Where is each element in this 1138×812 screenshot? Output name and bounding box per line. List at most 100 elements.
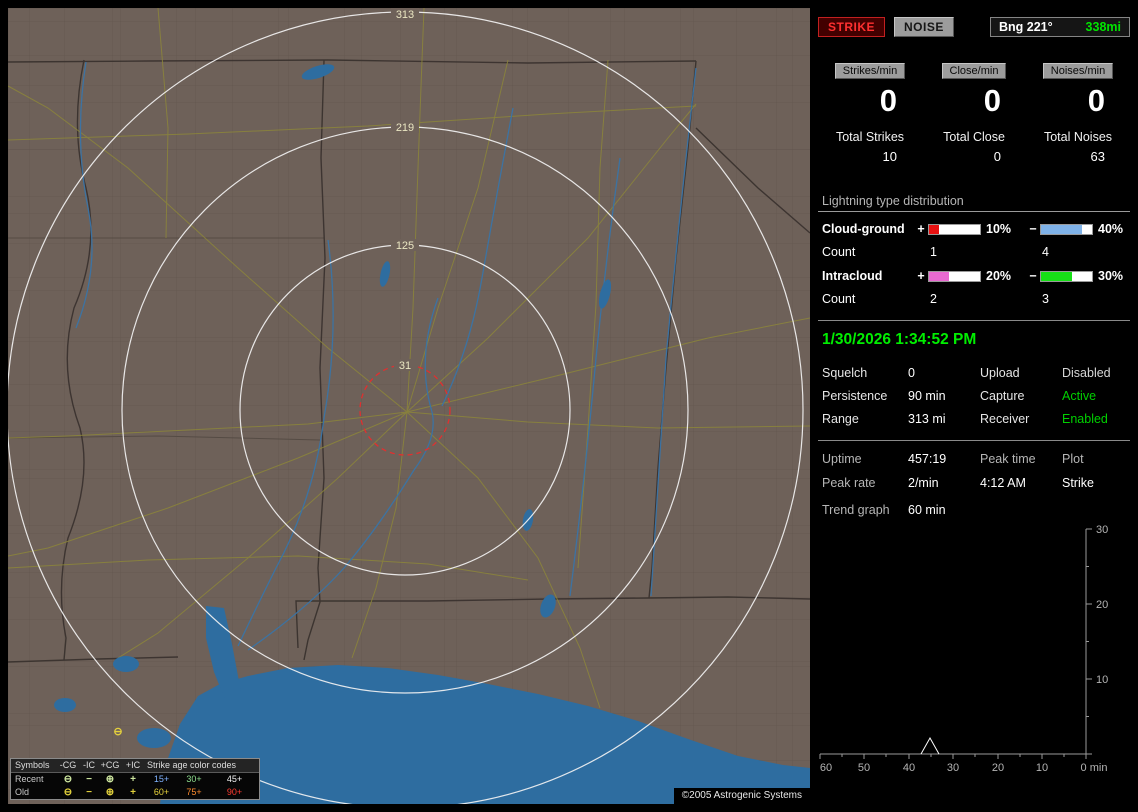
trend-x-labels: 60 50 40 30 20 10 0 min	[820, 762, 1108, 774]
neg-ic-header: -IC	[83, 760, 95, 770]
cloud-ground-count-row: Count 1 4	[818, 245, 1130, 259]
cg-positive-pct: 10%	[986, 222, 1012, 236]
noises-column: Noises/min 0 Total Noises 63	[1026, 63, 1130, 164]
pos-cg-icon: ⊕	[105, 774, 115, 785]
copyright-text: ©2005 Astrogenic Systems	[673, 788, 810, 804]
neg-cg-icon: ⊖	[63, 774, 73, 785]
pos-cg-header: +CG	[100, 760, 120, 770]
pos-ic-icon: +	[130, 774, 136, 785]
bearing-label: Bng 221°	[999, 20, 1053, 34]
trend-y-labels: 30 20 10	[1096, 524, 1108, 686]
neg-cg-header: -CG	[59, 760, 77, 770]
distribution-title: Lightning type distribution	[818, 194, 1130, 212]
close-per-min-value: 0	[983, 83, 1001, 118]
intracloud-label: Intracloud	[822, 269, 883, 283]
uptime-value: 457:19	[908, 452, 947, 466]
persistence-label: Persistence	[822, 389, 888, 403]
ic-negative-bar	[1040, 270, 1093, 282]
trend-graph-window: 60 min	[908, 503, 946, 517]
ic-negative-count: 3	[1042, 292, 1049, 306]
nexstorm-window: 313 219 125 31 ⊖ Symbols -CG -IC +CG +IC…	[0, 0, 1138, 812]
squelch-value: 0	[908, 366, 915, 380]
svg-text:60: 60	[820, 762, 832, 774]
close-per-min-badge: Close/min	[941, 63, 1007, 79]
svg-text:0 min: 0 min	[1081, 762, 1108, 774]
stats-grid: Uptime 457:19 Peak time Plot Peak rate 2…	[818, 452, 1130, 490]
trend-graph-label: Trend graph	[822, 503, 890, 517]
settings-grid: Squelch 0 Upload Disabled Persistence 90…	[818, 366, 1130, 426]
plot-label: Plot	[1062, 452, 1084, 466]
trend-axes	[819, 528, 1092, 759]
noises-per-min-value: 0	[1087, 83, 1105, 118]
ic-positive-count: 2	[930, 292, 937, 306]
strikes-column: Strikes/min 0 Total Strikes 10	[818, 63, 922, 164]
noises-per-min-badge: Noises/min	[1042, 63, 1114, 79]
cg-negative-count: 4	[1042, 245, 1049, 259]
capture-status: Active	[1062, 389, 1097, 403]
total-noises-label: Total Noises	[1043, 130, 1113, 144]
legend-old-row: Old ⊖ − ⊕ + 60+ 75+ 90+	[11, 786, 259, 799]
ic-negative-bar-fill	[1041, 271, 1072, 281]
distribution-section: Lightning type distribution Cloud-ground…	[818, 194, 1130, 306]
svg-text:10: 10	[1096, 674, 1108, 686]
ic-positive-bar	[928, 270, 981, 282]
ic-negative-pct: 30%	[1098, 269, 1124, 283]
trend-spike	[920, 736, 940, 755]
total-close-label: Total Close	[943, 130, 1005, 144]
persistence-value: 90 min	[908, 389, 946, 403]
age-75: 75+	[186, 787, 202, 797]
divider	[818, 440, 1130, 441]
strike-map[interactable]: 313 219 125 31 ⊖ Symbols -CG -IC +CG +IC…	[8, 8, 810, 804]
total-strikes-label: Total Strikes	[835, 130, 905, 144]
cg-negative-bar-fill	[1041, 224, 1082, 234]
minus-sign: −	[1029, 222, 1037, 236]
svg-text:40: 40	[903, 762, 915, 774]
total-close-value: 0	[993, 149, 1001, 164]
plus-sign: +	[917, 222, 925, 236]
range-value: 313 mi	[908, 412, 946, 426]
old-label: Old	[15, 787, 30, 797]
neg-ic-icon: −	[86, 774, 92, 785]
plus-sign: +	[917, 269, 925, 283]
svg-text:30: 30	[1096, 524, 1108, 536]
capture-label: Capture	[980, 389, 1025, 403]
neg-ic-icon: −	[86, 787, 92, 798]
strikes-per-min-badge: Strikes/min	[834, 63, 906, 79]
uptime-label: Uptime	[822, 452, 862, 466]
ic-positive-pct: 20%	[986, 269, 1012, 283]
cloud-ground-label: Cloud-ground	[822, 222, 905, 236]
peak-time-value: 4:12 AM	[980, 476, 1026, 490]
bearing-distance: 338mi	[1085, 20, 1121, 34]
trend-graph: 30 20 10 60 50 40 30 20 10 0 min	[819, 524, 1108, 774]
upload-label: Upload	[980, 366, 1020, 380]
strikes-per-min-value: 0	[879, 83, 897, 118]
pos-cg-icon: ⊕	[105, 787, 115, 798]
peak-rate-label: Peak rate	[822, 476, 876, 490]
age-90: 90+	[226, 787, 243, 797]
legend-header: Symbols -CG -IC +CG +IC Strike age color…	[11, 759, 259, 773]
total-strikes-value: 10	[882, 149, 897, 164]
age-60: 60+	[153, 787, 170, 797]
cg-negative-pct: 40%	[1098, 222, 1124, 236]
count-label: Count	[822, 292, 856, 306]
svg-text:219: 219	[396, 122, 414, 134]
plot-mode-value: Strike	[1062, 476, 1094, 490]
upload-status: Disabled	[1062, 366, 1111, 380]
svg-text:50: 50	[858, 762, 870, 774]
strike-symbol: ⊖	[113, 726, 122, 738]
svg-text:20: 20	[992, 762, 1004, 774]
pos-ic-icon: +	[130, 787, 136, 798]
age-30: 30+	[186, 774, 202, 784]
age-15: 15+	[153, 774, 170, 784]
map-legend: Symbols -CG -IC +CG +IC Strike age color…	[10, 758, 260, 800]
map-display[interactable]: 313 219 125 31 ⊖	[8, 8, 810, 804]
strike-indicator-button[interactable]: STRIKE	[818, 17, 886, 37]
receiver-status: Enabled	[1062, 412, 1108, 426]
count-label: Count	[822, 245, 856, 259]
svg-text:125: 125	[396, 240, 414, 252]
noise-indicator-button[interactable]: NOISE	[894, 17, 954, 37]
intracloud-row: Intracloud + 20% − 30%	[818, 269, 1130, 283]
bearing-display: Bng 221° 338mi	[990, 17, 1130, 37]
indicator-bar: STRIKE NOISE Bng 221° 338mi	[818, 17, 1130, 37]
minus-sign: −	[1029, 269, 1037, 283]
